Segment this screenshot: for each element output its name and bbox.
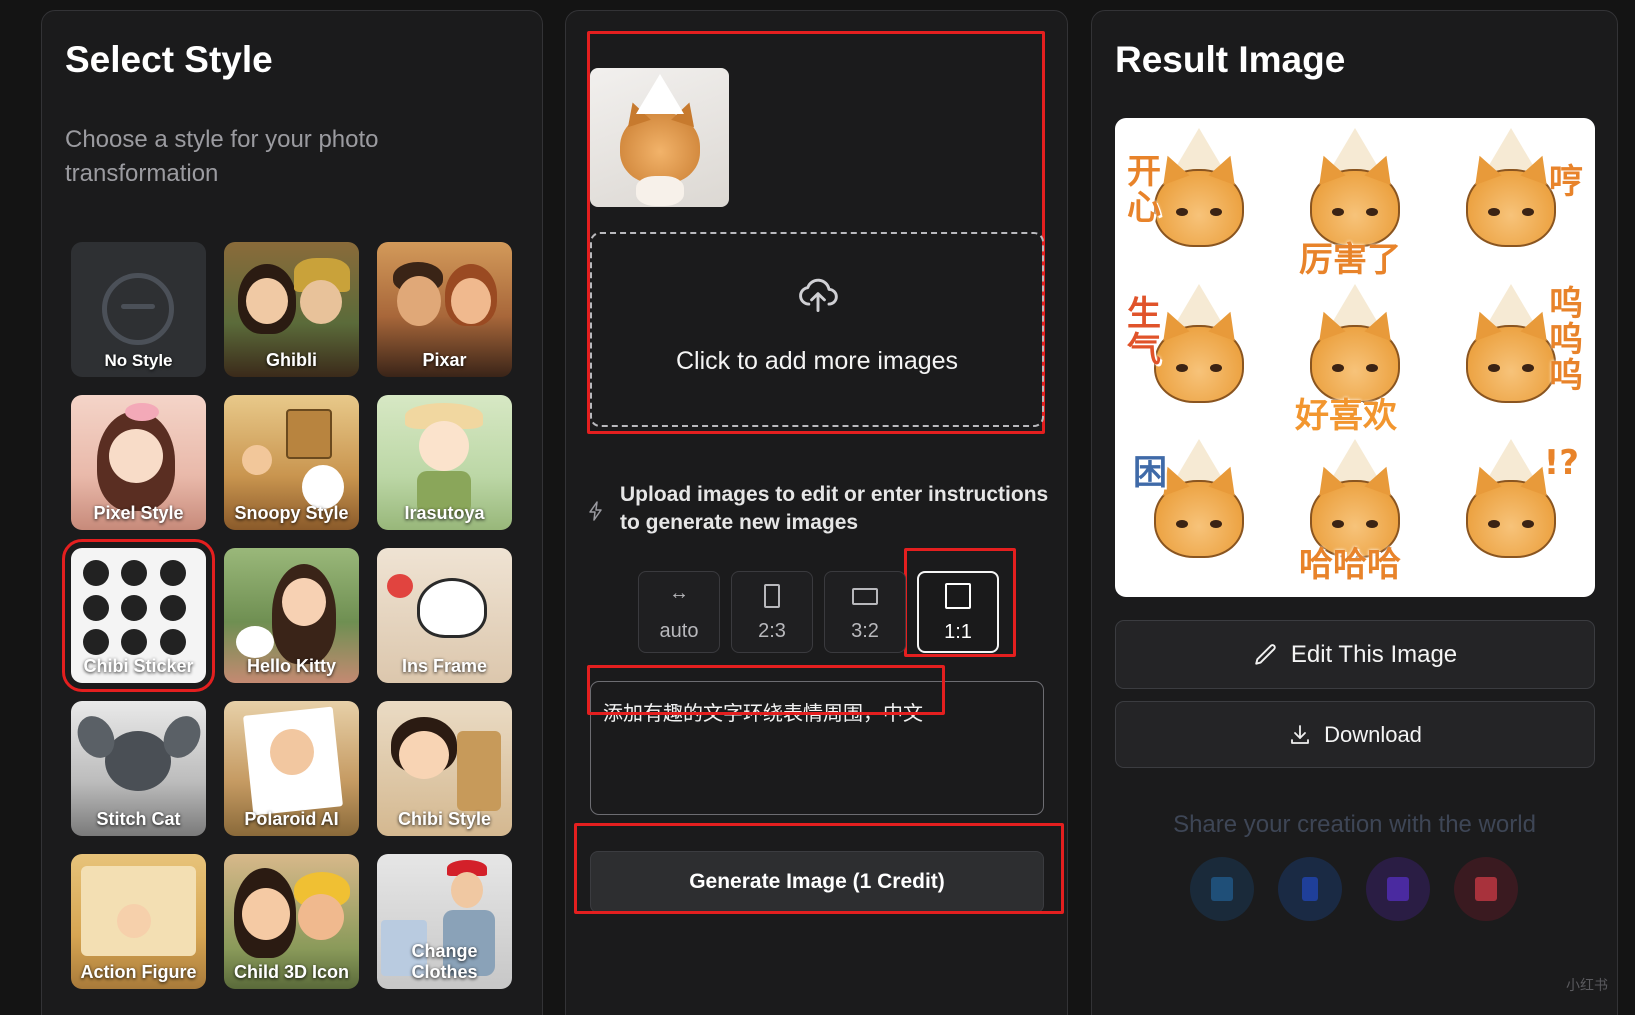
style-tile-pixel-style[interactable]: Pixel Style: [71, 395, 206, 530]
style-tile-change-clothes[interactable]: Change Clothes: [377, 854, 512, 989]
share-button-4[interactable]: [1454, 857, 1518, 921]
style-tile-label: Stitch Cat: [96, 809, 181, 829]
ratio-2-3-button[interactable]: 2:3: [731, 571, 813, 653]
style-tile-hello-kitty[interactable]: Hello Kitty: [224, 548, 359, 683]
sticker-text: 呜呜呜: [1549, 283, 1583, 396]
edit-image-button[interactable]: Edit This Image: [1115, 620, 1595, 689]
sticker-text: 好喜欢: [1295, 395, 1397, 436]
sticker-text: 哈哈哈: [1299, 545, 1401, 586]
edit-image-label: Edit This Image: [1290, 640, 1458, 668]
download-button[interactable]: Download: [1115, 701, 1595, 768]
style-tile-label: Hello Kitty: [246, 656, 336, 676]
style-tile-label: No Style: [104, 351, 173, 370]
style-tile-label: Ghibli: [266, 350, 317, 370]
style-tile-polaroid-ai[interactable]: Polaroid AI: [224, 701, 359, 836]
sticker-text: !?: [1543, 443, 1579, 484]
share-icon-1: [1211, 877, 1233, 901]
ratio-auto-button[interactable]: ↔ auto: [638, 571, 720, 653]
style-tile-label: Pixar: [422, 350, 467, 370]
sticker-text: 厉害了: [1299, 240, 1401, 280]
style-tile-label: Ins Frame: [401, 656, 488, 676]
ratio-label: auto: [659, 620, 699, 642]
uploaded-image-thumbnail[interactable]: [590, 68, 729, 207]
portrait-icon: [764, 584, 780, 608]
style-tile-label: Change Clothes: [411, 941, 478, 982]
sticker-text: 哼: [1549, 162, 1583, 202]
style-tile-chibi-sticker[interactable]: Chibi Sticker: [62, 539, 215, 692]
no-style-icon: [102, 273, 174, 345]
style-tile-label: Action Figure: [80, 962, 197, 982]
ratio-label: 3:2: [851, 620, 879, 642]
style-tile-snoopy-style[interactable]: Snoopy Style: [224, 395, 359, 530]
aspect-ratio-selector: ↔ auto 2:3 3:2 1:1: [638, 571, 999, 653]
ratio-label: 1:1: [944, 621, 972, 643]
download-label: Download: [1324, 721, 1422, 747]
add-images-dropzone[interactable]: Click to add more images: [590, 232, 1044, 427]
ratio-3-2-button[interactable]: 3:2: [824, 571, 906, 653]
editor-panel: Click to add more images Upload images t…: [565, 10, 1068, 1015]
style-tile-ins-frame[interactable]: Ins Frame: [377, 548, 512, 683]
prompt-value: 添加有趣的文字环绕表情周围，中文: [603, 701, 923, 725]
sticker-text: 生气: [1127, 293, 1161, 370]
auto-arrows-icon: ↔: [669, 582, 689, 604]
ratio-1-1-button[interactable]: 1:1: [917, 571, 999, 653]
sticker-sheet: 开心 厉害了 哼 生气 好喜欢 呜呜呜 困 哈哈哈 !?: [1121, 124, 1589, 591]
share-button-2[interactable]: [1278, 857, 1342, 921]
pencil-icon: [1255, 643, 1276, 665]
style-panel: Select Style Choose a style for your pho…: [41, 10, 543, 1015]
instructions-hint: Upload images to edit or enter instructi…: [620, 483, 1049, 534]
cloud-upload-icon: [799, 278, 838, 312]
share-icon-2: [1302, 877, 1318, 901]
style-tile-label: Snoopy Style: [234, 503, 349, 523]
style-tile-label: Child 3D Icon: [233, 962, 349, 982]
dropzone-label: Click to add more images: [675, 347, 959, 375]
style-tile-label: Chibi Style: [397, 809, 491, 829]
result-image[interactable]: 开心 厉害了 哼 生气 好喜欢 呜呜呜 困 哈哈哈 !?: [1115, 118, 1595, 597]
ratio-label: 2:3: [758, 620, 786, 642]
square-icon: [945, 583, 971, 609]
watermark: 小红书: [1566, 978, 1608, 994]
sticker-text: 开心: [1127, 152, 1161, 228]
panel-subtitle: Choose a style for your photo transforma…: [65, 126, 379, 187]
panel-title: Result Image: [1115, 39, 1346, 80]
style-tile-label: Pixel Style: [93, 503, 184, 523]
share-title: Share your creation with the world: [1173, 811, 1536, 838]
generate-image-button[interactable]: Generate Image (1 Credit): [590, 851, 1044, 913]
share-buttons: [1190, 857, 1518, 921]
result-panel: Result Image 开心 厉害了 哼 生气 好喜欢 呜呜呜 困 哈哈哈 !…: [1091, 10, 1618, 1015]
download-icon: [1291, 724, 1309, 744]
panel-title: Select Style: [65, 39, 273, 80]
share-icon-3: [1387, 877, 1409, 901]
style-tile-ghibli[interactable]: Ghibli: [224, 242, 359, 377]
style-tile-label: Irasutoya: [404, 503, 485, 523]
style-tile-label: Polaroid AI: [244, 809, 339, 829]
style-tile-child-3d-icon[interactable]: Child 3D Icon: [224, 854, 359, 989]
style-tile-chibi-style[interactable]: Chibi Style: [377, 701, 512, 836]
style-tile-label: Chibi Sticker: [83, 656, 194, 676]
style-tile-pixar[interactable]: Pixar: [377, 242, 512, 377]
share-icon-4: [1475, 877, 1497, 901]
style-grid: No Style Ghibli Pixar Pixel Style Snoopy…: [62, 242, 512, 989]
share-button-1[interactable]: [1190, 857, 1254, 921]
prompt-textarea[interactable]: 添加有趣的文字环绕表情周围，中文: [590, 681, 1044, 815]
sticker-text: 困: [1133, 453, 1167, 494]
style-tile-no-style[interactable]: No Style: [71, 242, 206, 377]
style-tile-stitch-cat[interactable]: Stitch Cat: [71, 701, 206, 836]
bolt-icon: [589, 501, 602, 521]
landscape-icon: [852, 588, 878, 605]
style-tile-action-figure[interactable]: Action Figure: [71, 854, 206, 989]
style-tile-irasutoya[interactable]: Irasutoya: [377, 395, 512, 530]
share-button-3[interactable]: [1366, 857, 1430, 921]
